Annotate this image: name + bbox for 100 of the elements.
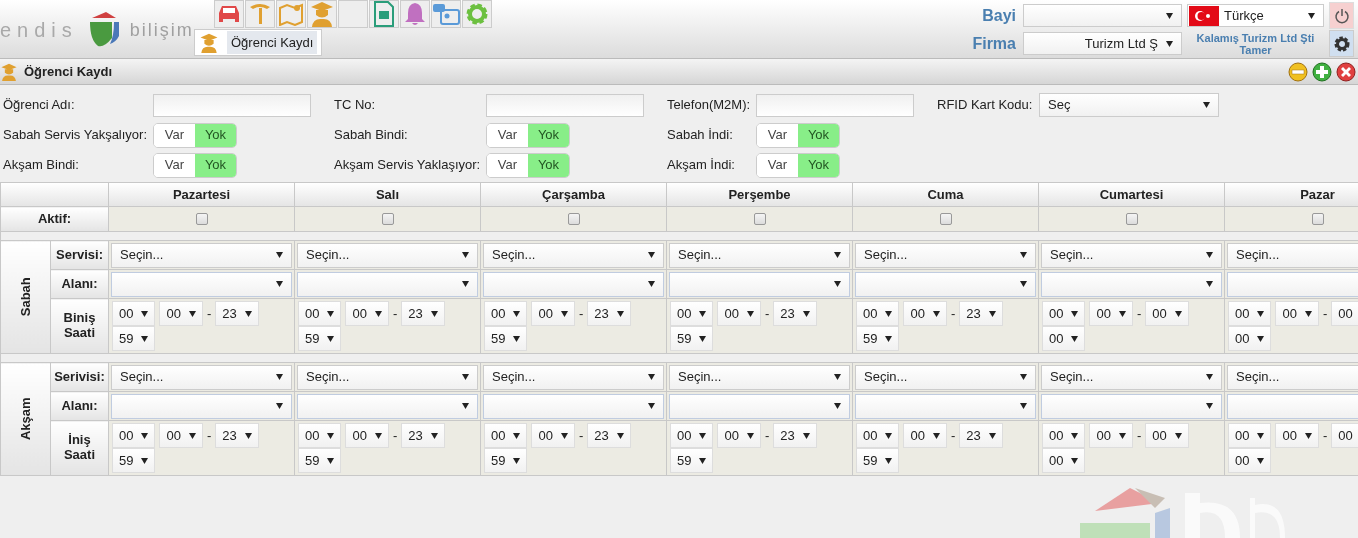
language-dropdown[interactable]: Türkçe [1187, 4, 1324, 27]
time-dropdown[interactable]: 23 [215, 423, 259, 448]
time-dropdown[interactable]: 23 [401, 423, 445, 448]
time-dropdown[interactable]: 59 [112, 448, 156, 473]
time-dropdown[interactable]: 00 [1089, 423, 1133, 448]
power-button[interactable] [1329, 2, 1354, 29]
time-dropdown[interactable]: 00 [1331, 423, 1358, 448]
close-icon[interactable] [1336, 61, 1356, 82]
dropdown[interactable] [297, 393, 478, 419]
dropdown[interactable]: Seçin... [855, 364, 1036, 390]
input-field[interactable] [756, 93, 914, 117]
time-dropdown[interactable]: 00 [531, 301, 575, 326]
checkbox[interactable] [939, 213, 952, 225]
time-dropdown[interactable]: 23 [959, 423, 1003, 448]
checkbox[interactable] [567, 213, 580, 225]
time-dropdown[interactable]: 00 [159, 423, 203, 448]
toggle-option[interactable]: Yok [798, 123, 839, 147]
time-dropdown[interactable]: 00 [670, 423, 714, 448]
dropdown[interactable] [1227, 271, 1358, 297]
dropdown[interactable] [669, 271, 850, 297]
time-dropdown[interactable]: 00 [1089, 301, 1133, 326]
toggle-option[interactable]: Yok [528, 123, 569, 147]
time-dropdown[interactable]: 00 [1331, 301, 1358, 326]
dropdown[interactable] [1227, 393, 1358, 419]
dropdown[interactable]: Seçin... [111, 242, 292, 268]
time-dropdown[interactable]: 00 [345, 423, 389, 448]
time-dropdown[interactable]: 00 [1228, 448, 1272, 473]
time-dropdown[interactable]: 23 [773, 423, 817, 448]
time-dropdown[interactable]: 23 [959, 301, 1003, 326]
dropdown[interactable]: Seç [1039, 93, 1219, 117]
time-dropdown[interactable]: 00 [903, 423, 947, 448]
dropdown[interactable]: Seçin... [297, 364, 478, 390]
time-dropdown[interactable]: 59 [856, 448, 900, 473]
dropdown[interactable]: Turizm Ltd Ş [1023, 32, 1182, 55]
dropdown[interactable]: Seçin... [1041, 242, 1222, 268]
dropdown[interactable] [111, 271, 292, 297]
time-dropdown[interactable]: 00 [903, 301, 947, 326]
checkbox[interactable] [381, 213, 394, 225]
time-dropdown[interactable]: 00 [1042, 326, 1086, 351]
time-dropdown[interactable]: 00 [717, 423, 761, 448]
time-dropdown[interactable]: 00 [856, 423, 900, 448]
time-dropdown[interactable]: 00 [1145, 423, 1189, 448]
dropdown[interactable]: Seçin... [1227, 364, 1358, 390]
time-dropdown[interactable]: 00 [670, 301, 714, 326]
time-dropdown[interactable]: 59 [484, 448, 528, 473]
dropdown[interactable]: Seçin... [111, 364, 292, 390]
time-dropdown[interactable]: 00 [1228, 326, 1272, 351]
dropdown[interactable] [483, 393, 664, 419]
time-dropdown[interactable]: 00 [484, 423, 528, 448]
time-dropdown[interactable]: 00 [1275, 423, 1319, 448]
toggle-option[interactable]: Yok [195, 153, 236, 177]
add-icon[interactable] [1312, 61, 1332, 82]
dropdown[interactable]: Seçin... [1227, 242, 1358, 268]
time-dropdown[interactable]: 59 [670, 448, 714, 473]
time-dropdown[interactable]: 00 [298, 423, 342, 448]
toggle-option[interactable]: Yok [195, 123, 236, 147]
dropdown[interactable]: Seçin... [297, 242, 478, 268]
time-dropdown[interactable]: 00 [1042, 423, 1086, 448]
time-dropdown[interactable]: 59 [484, 326, 528, 351]
time-dropdown[interactable]: 00 [717, 301, 761, 326]
dropdown[interactable]: Seçin... [483, 364, 664, 390]
time-dropdown[interactable]: 23 [401, 301, 445, 326]
time-dropdown[interactable]: 00 [1042, 448, 1086, 473]
dropdown[interactable] [297, 271, 478, 297]
dropdown[interactable] [855, 271, 1036, 297]
dropdown[interactable] [855, 393, 1036, 419]
time-dropdown[interactable]: 59 [112, 326, 156, 351]
settings-button[interactable] [1329, 30, 1354, 57]
dropdown[interactable] [1041, 393, 1222, 419]
time-dropdown[interactable]: 00 [112, 423, 156, 448]
dropdown[interactable] [483, 271, 664, 297]
input-field[interactable] [153, 93, 311, 117]
time-dropdown[interactable]: 00 [1042, 301, 1086, 326]
time-dropdown[interactable]: 23 [587, 301, 631, 326]
dropdown[interactable] [111, 393, 292, 419]
time-dropdown[interactable]: 00 [856, 301, 900, 326]
time-dropdown[interactable]: 00 [112, 301, 156, 326]
dropdown[interactable] [1023, 4, 1182, 27]
time-dropdown[interactable]: 00 [298, 301, 342, 326]
time-dropdown[interactable]: 59 [670, 326, 714, 351]
dropdown[interactable]: Seçin... [483, 242, 664, 268]
checkbox[interactable] [195, 213, 208, 225]
minimize-icon[interactable] [1288, 61, 1308, 82]
time-dropdown[interactable]: 59 [298, 448, 342, 473]
time-dropdown[interactable]: 59 [298, 326, 342, 351]
checkbox[interactable] [1125, 213, 1138, 225]
time-dropdown[interactable]: 00 [531, 423, 575, 448]
time-dropdown[interactable]: 00 [1228, 423, 1272, 448]
checkbox[interactable] [753, 213, 766, 225]
toggle-option[interactable]: Yok [798, 153, 839, 177]
dropdown[interactable] [1041, 271, 1222, 297]
time-dropdown[interactable]: 23 [587, 423, 631, 448]
dropdown[interactable]: Seçin... [1041, 364, 1222, 390]
input-field[interactable] [486, 93, 644, 117]
time-dropdown[interactable]: 00 [1145, 301, 1189, 326]
dropdown[interactable]: Seçin... [669, 364, 850, 390]
time-dropdown[interactable]: 00 [484, 301, 528, 326]
time-dropdown[interactable]: 00 [159, 301, 203, 326]
time-dropdown[interactable]: 23 [773, 301, 817, 326]
dropdown[interactable]: Seçin... [855, 242, 1036, 268]
